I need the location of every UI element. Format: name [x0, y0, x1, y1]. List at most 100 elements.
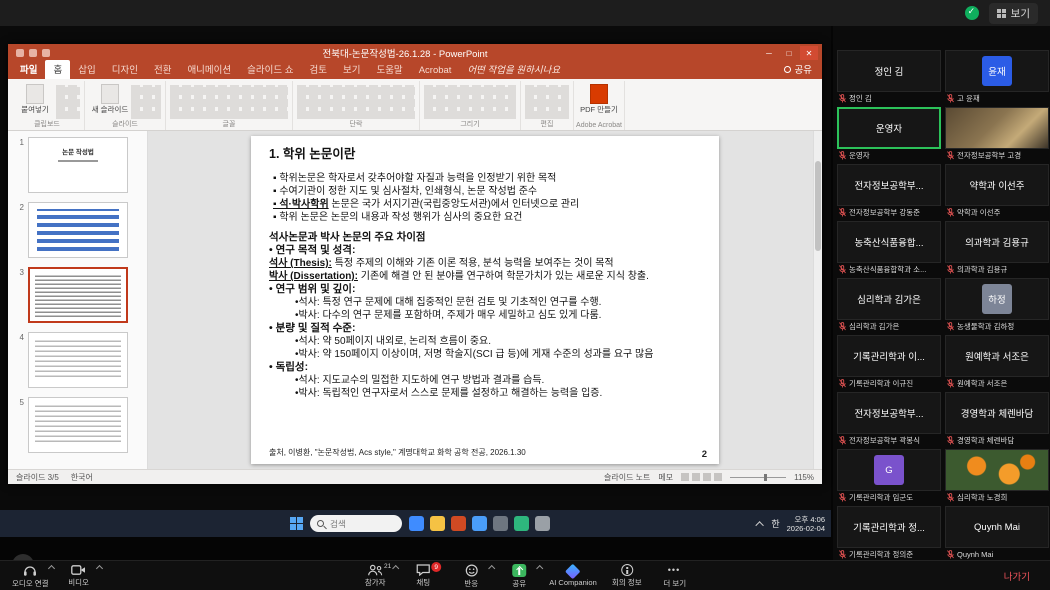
participant-video-tile[interactable]: 기록관리학과 이... [837, 335, 941, 377]
participant-cell[interactable]: 윤재 고 윤재 [945, 50, 1049, 105]
participants-button[interactable]: 21 참가자 [351, 561, 400, 590]
slide-thumbnail[interactable]: 1 논문 작성법 [12, 137, 141, 193]
thumbnail-preview[interactable]: 논문 작성법 [28, 137, 128, 193]
language-indicator[interactable]: 한국어 [71, 472, 93, 483]
thumbnail-preview[interactable] [28, 202, 128, 258]
ribbon-tab[interactable]: 도움말 [368, 60, 410, 79]
video-button[interactable]: 비디오 [55, 561, 103, 590]
participant-video-tile[interactable]: 원예학과 서조은 [945, 335, 1049, 377]
ribbon-big-button[interactable]: 붙여넣기 [14, 83, 56, 114]
participant-video-tile[interactable]: Quynh Mai [945, 506, 1049, 548]
participant-cell[interactable]: G 기록관리학과 임군도 [837, 449, 941, 504]
participant-cell[interactable]: 하정 농생물학과 김하정 [945, 278, 1049, 333]
ribbon-tab[interactable]: 애니메이션 [179, 60, 239, 79]
memo-button[interactable]: 메모 [658, 472, 673, 483]
reactions-button[interactable]: 반응 [447, 561, 496, 590]
participant-video-tile[interactable] [945, 449, 1049, 491]
ribbon-big-button[interactable]: PDF 만들기 [578, 83, 620, 114]
participant-cell[interactable]: Quynh Mai Quynh Mai [945, 506, 1049, 561]
thumbnail-preview[interactable] [28, 332, 128, 388]
undo-icon[interactable] [29, 49, 37, 57]
participant-cell[interactable]: 전자정보공학부 고경 [945, 107, 1049, 162]
taskbar-app-icon[interactable] [472, 516, 487, 531]
participant-cell[interactable]: 의과학과 김용규 의과학과 김용규 [945, 221, 1049, 276]
participant-cell[interactable]: 기록관리학과 이... 기록관리학과 이규진 [837, 335, 941, 390]
slide-thumbnail[interactable]: 3 [12, 267, 141, 323]
ribbon-tab[interactable]: Acrobat [411, 63, 460, 79]
taskbar-search[interactable] [310, 515, 402, 532]
ribbon-controls-placeholder[interactable] [170, 85, 288, 119]
participant-video-tile[interactable] [945, 107, 1049, 149]
taskbar-app-icon[interactable] [535, 516, 550, 531]
participant-cell[interactable]: 심리학과 노경희 [945, 449, 1049, 504]
thumbnail-preview[interactable] [28, 397, 128, 453]
ribbon-tab[interactable]: 전환 [146, 60, 179, 79]
ppt-share-button[interactable]: 공유 [774, 62, 822, 79]
ai-companion-button[interactable]: AI Companion [543, 561, 603, 590]
taskbar-app-icon[interactable] [430, 516, 445, 531]
video-options-chevron-icon[interactable] [95, 564, 103, 573]
quick-access-toolbar[interactable] [16, 49, 50, 57]
ribbon-tab[interactable]: 어떤 작업을 원하시나요 [459, 60, 568, 79]
security-shield-icon[interactable] [964, 6, 979, 20]
ribbon-controls-placeholder[interactable] [525, 85, 569, 119]
participant-cell[interactable]: 경영학과 체렌바담 경영학과 체렌바담 [945, 392, 1049, 447]
view-button[interactable]: 보기 [988, 2, 1038, 24]
participant-cell[interactable]: 원예학과 서조은 원예학과 서조은 [945, 335, 1049, 390]
participant-cell[interactable]: 운영자 운영자 [837, 107, 941, 162]
taskbar-app-icon[interactable] [451, 516, 466, 531]
ribbon-big-button[interactable]: 새 슬라이드 [89, 83, 131, 114]
audio-options-chevron-icon[interactable] [47, 564, 55, 573]
participant-cell[interactable]: 기록관리학과 정... 기록관리학과 정의준 [837, 506, 941, 561]
participant-cell[interactable]: 정인 김 정인 김 [837, 50, 941, 105]
notes-button[interactable]: 슬라이드 노트 [604, 472, 650, 483]
meeting-info-button[interactable]: 회의 정보 [603, 561, 651, 590]
participant-video-tile[interactable]: 윤재 [945, 50, 1049, 92]
slide-scrollbar[interactable] [813, 131, 822, 469]
ribbon-tab[interactable]: 검토 [301, 60, 334, 79]
maximize-icon[interactable] [780, 46, 798, 60]
save-icon[interactable] [16, 49, 24, 57]
tray-expand-icon[interactable] [755, 520, 765, 530]
ribbon-tab[interactable]: 슬라이드 쇼 [239, 60, 301, 79]
taskbar-app-icon[interactable] [514, 516, 529, 531]
slide-thumbnail[interactable]: 5 [12, 397, 141, 453]
ribbon-tab[interactable]: 보기 [335, 60, 368, 79]
participant-video-tile[interactable]: 정인 김 [837, 50, 941, 92]
slide-thumbnail[interactable]: 2 [12, 202, 141, 258]
redo-icon[interactable] [42, 49, 50, 57]
participant-video-tile[interactable]: 전자정보공학부... [837, 164, 941, 206]
ribbon-controls-placeholder[interactable] [297, 85, 415, 119]
leave-button[interactable]: 나가기 [994, 561, 1040, 590]
slide-thumbnail[interactable]: 4 [12, 332, 141, 388]
participant-video-tile[interactable]: 기록관리학과 정... [837, 506, 941, 548]
minimize-icon[interactable] [760, 46, 778, 60]
participant-video-tile[interactable]: 의과학과 김용규 [945, 221, 1049, 263]
participant-video-tile[interactable]: G [837, 449, 941, 491]
participant-video-tile[interactable]: 약학과 이선주 [945, 164, 1049, 206]
search-input[interactable] [328, 517, 388, 530]
ribbon-controls-placeholder[interactable] [56, 85, 80, 119]
share-screen-button[interactable]: 공유 [495, 561, 544, 590]
ribbon-tab[interactable]: 디자인 [104, 60, 146, 79]
participant-video-tile[interactable]: 농축산식품융합... [837, 221, 941, 263]
zoom-slider[interactable] [730, 473, 787, 481]
participant-video-tile[interactable]: 전자정보공학부... [837, 392, 941, 434]
participant-cell[interactable]: 전자정보공학부... 전자정보공학부 곽봉식 [837, 392, 941, 447]
ribbon-tab[interactable]: 삽입 [70, 60, 103, 79]
chat-button[interactable]: 9 채팅 [399, 561, 447, 590]
zoom-percentage[interactable]: 115% [794, 473, 814, 482]
more-button[interactable]: 더 보기 [651, 561, 699, 590]
ribbon-tab[interactable]: 파일 [12, 60, 45, 79]
participant-cell[interactable]: 전자정보공학부... 전자정보공학부 강동준 [837, 164, 941, 219]
view-mode-icons[interactable] [681, 473, 723, 481]
participant-video-tile[interactable]: 심리학과 김가은 [837, 278, 941, 320]
ime-language-indicator[interactable]: 한 [771, 517, 779, 530]
participant-video-tile[interactable]: 운영자 [837, 107, 941, 149]
participant-video-tile[interactable]: 하정 [945, 278, 1049, 320]
reactions-chevron-icon[interactable] [488, 564, 496, 573]
taskbar-app-icon[interactable] [409, 516, 424, 531]
taskbar-clock[interactable]: 오후 4:06 2026-02-04 [787, 515, 825, 533]
share-chevron-icon[interactable] [536, 564, 544, 573]
ribbon-tab[interactable]: 홈 [45, 60, 71, 79]
